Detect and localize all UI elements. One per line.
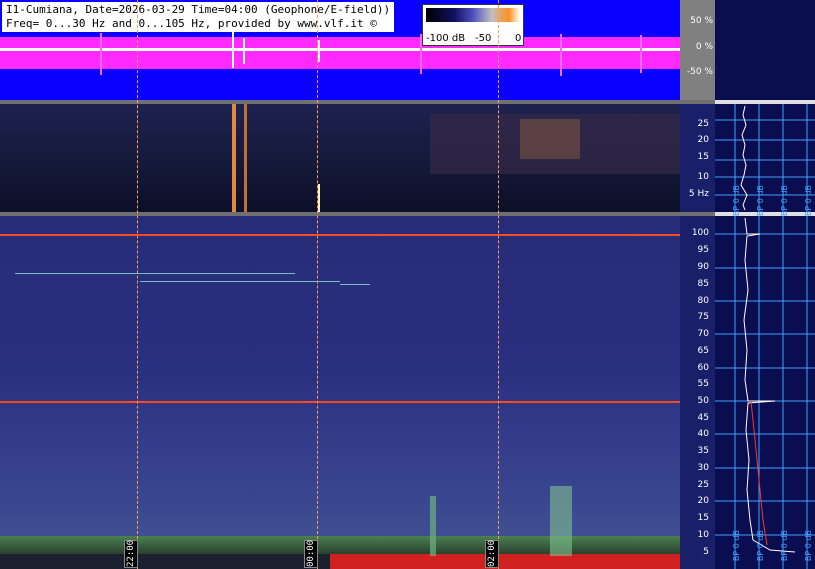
burst-event bbox=[430, 496, 436, 556]
waveform-spike bbox=[243, 38, 245, 64]
freq-label: 55 bbox=[697, 379, 709, 389]
transient-event bbox=[244, 104, 247, 212]
freq-label: 5 Hz bbox=[688, 189, 709, 199]
bp-label: BP 0 dB bbox=[780, 185, 789, 217]
carrier-trace bbox=[340, 284, 370, 285]
waveform-spike bbox=[640, 35, 642, 73]
waveform-scale-label: 0 % bbox=[695, 42, 713, 52]
freq-label: 10 bbox=[697, 530, 709, 540]
waveform-spike bbox=[100, 33, 102, 75]
carrier-trace bbox=[15, 273, 295, 274]
time-marker: 02:00 bbox=[485, 539, 499, 568]
colorbar-legend: -100 dB -50 0 bbox=[422, 4, 524, 46]
freq-label: 85 bbox=[697, 279, 709, 289]
lower-spectrogram bbox=[0, 216, 680, 569]
freq-label: 15 bbox=[697, 513, 709, 523]
time-gridline bbox=[137, 0, 138, 569]
freq-label: 70 bbox=[697, 329, 709, 339]
waveform-spike bbox=[318, 40, 320, 62]
time-gridline bbox=[317, 0, 318, 569]
freq-label: 30 bbox=[697, 463, 709, 473]
freq-label: 75 bbox=[697, 312, 709, 322]
header-info: I1-Cumiana, Date=2026-03-29 Time=04:00 (… bbox=[2, 2, 395, 32]
freq-label: 10 bbox=[697, 172, 709, 182]
freq-label: 45 bbox=[697, 413, 709, 423]
freq-label: 80 bbox=[697, 296, 709, 306]
spectrum-profile-plot bbox=[715, 100, 815, 569]
waveform-scale: 50 % 0 % -50 % bbox=[680, 0, 715, 100]
low-frequency-noise bbox=[330, 554, 680, 569]
bp-label: BP 0 dB bbox=[756, 530, 765, 562]
freq-label: 25 bbox=[697, 480, 709, 490]
bp-label: BP 0 dB bbox=[804, 185, 813, 217]
freq-label: 5 bbox=[703, 547, 709, 557]
time-marker: 00:00 bbox=[304, 539, 318, 568]
waveform-zero-line bbox=[0, 48, 680, 51]
time-gridline bbox=[498, 0, 499, 569]
colorbar-gradient bbox=[426, 8, 520, 22]
freq-label: 15 bbox=[697, 152, 709, 162]
burst-event bbox=[550, 486, 572, 556]
freq-label: 95 bbox=[697, 245, 709, 255]
waveform-amplitude-band bbox=[0, 37, 680, 69]
header-line-1: I1-Cumiana, Date=2026-03-29 Time=04:00 (… bbox=[6, 3, 391, 16]
bp-label: BP 0 dB bbox=[732, 185, 741, 217]
waveform-scale-label: 50 % bbox=[690, 16, 713, 26]
transient-event bbox=[232, 104, 236, 212]
freq-label: 50 bbox=[697, 396, 709, 406]
time-marker: 22:00 bbox=[124, 539, 138, 568]
colorbar-tick-min: -100 dB bbox=[426, 33, 466, 44]
line-100hz bbox=[0, 234, 680, 236]
header-line-2: Freq= 0...30 Hz and 0...105 Hz, provided… bbox=[6, 17, 377, 30]
bp-label: BP 0 dB bbox=[804, 530, 813, 562]
freq-label: 40 bbox=[697, 429, 709, 439]
lower-frequency-scale: 100 95 90 85 80 75 70 65 60 55 50 45 40 … bbox=[680, 216, 715, 569]
freq-label: 65 bbox=[697, 346, 709, 356]
waveform-scale-label: -50 % bbox=[686, 67, 713, 77]
transient-event bbox=[318, 184, 320, 212]
freq-label: 25 bbox=[697, 119, 709, 129]
freq-label: 90 bbox=[697, 262, 709, 272]
waveform-spike bbox=[232, 32, 234, 68]
noise-region bbox=[520, 119, 580, 159]
carrier-trace bbox=[140, 281, 340, 282]
bp-label: BP 0 dB bbox=[780, 530, 789, 562]
colorbar-tick-mid: -50 bbox=[475, 33, 492, 44]
upper-spectrogram bbox=[0, 104, 680, 212]
waveform-spike bbox=[560, 34, 562, 76]
freq-label: 100 bbox=[691, 228, 709, 238]
colorbar-tick-max: 0 bbox=[515, 33, 522, 44]
low-frequency-band bbox=[0, 536, 680, 554]
bp-label: BP 0 dB bbox=[756, 185, 765, 217]
line-50hz bbox=[0, 401, 680, 403]
freq-label: 35 bbox=[697, 446, 709, 456]
freq-label: 20 bbox=[697, 135, 709, 145]
upper-frequency-scale: 25 20 15 10 5 Hz bbox=[680, 104, 715, 212]
bp-label: BP 0 dB bbox=[732, 530, 741, 562]
freq-label: 60 bbox=[697, 363, 709, 373]
freq-label: 20 bbox=[697, 496, 709, 506]
spectrum-profile-panel: BP 0 dB BP 0 dB BP 0 dB BP 0 dB BP 0 dB … bbox=[715, 0, 815, 569]
low-frequency-floor bbox=[0, 554, 330, 569]
